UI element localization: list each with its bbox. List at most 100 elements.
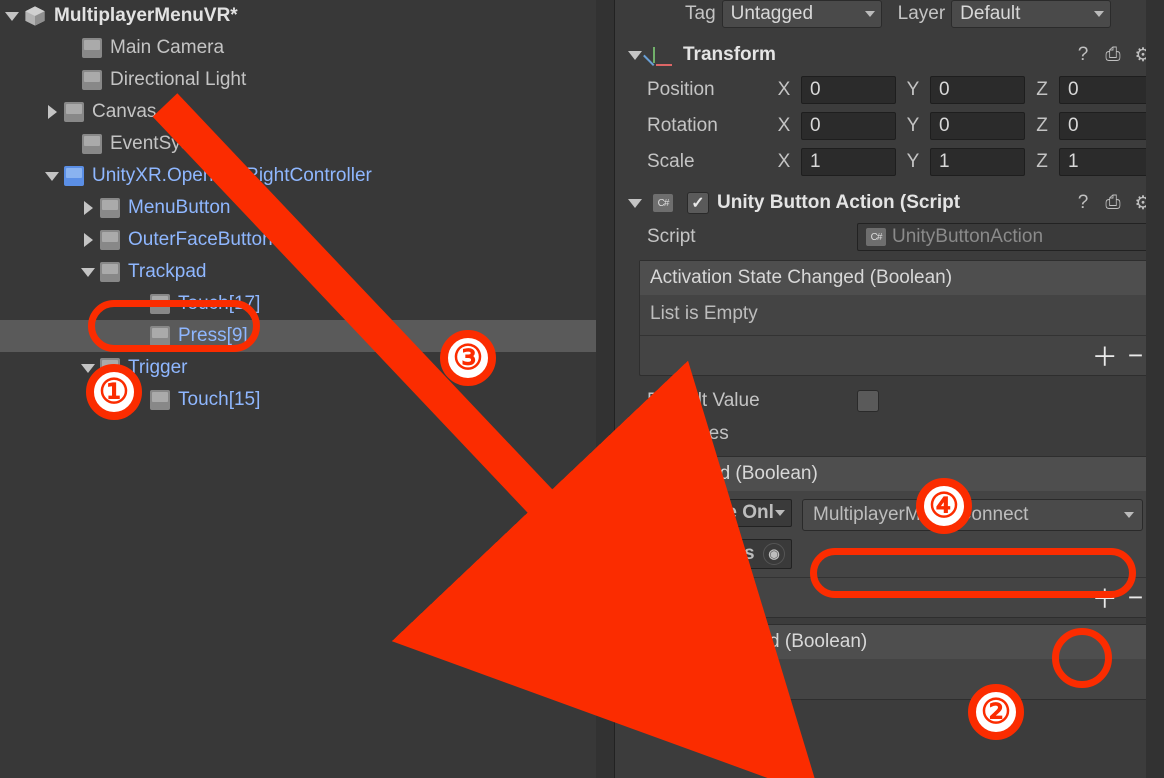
prefab-icon	[64, 166, 84, 186]
preset-icon[interactable]: ⎙	[1102, 192, 1124, 214]
function-dropdown[interactable]: MultiplayerMenu.Connect	[802, 499, 1143, 531]
gameobject-icon	[82, 70, 102, 90]
item-label: MenuButton	[128, 197, 230, 219]
item-label: Touch[17]	[178, 293, 260, 315]
scene-name: MultiplayerMenuVR*	[54, 5, 238, 27]
item-label: Main Camera	[110, 37, 224, 59]
default-value-label: Default Value	[647, 390, 847, 412]
remove-listener-button[interactable]: −	[1128, 340, 1143, 371]
event-value-changed: Value Changed (Boolean) List is Empty	[639, 624, 1154, 700]
enable-checkbox[interactable]	[687, 192, 709, 214]
call-state-dropdown[interactable]: Runtime Onl	[652, 499, 792, 527]
default-value-checkbox[interactable]	[857, 390, 879, 412]
preset-icon[interactable]: ⎙	[1102, 44, 1124, 66]
target-object-field[interactable]: C# Canvas ◉	[652, 539, 792, 569]
hierarchy-item-selected[interactable]: Press[9]	[0, 320, 614, 352]
pos-y-field[interactable]: 0	[930, 76, 1025, 104]
item-label: Canvas	[92, 101, 156, 123]
rotation-label: Rotation	[647, 115, 767, 137]
script-field[interactable]: C#UnityButtonAction	[857, 223, 1154, 251]
event-title: Activated (Boolean)	[642, 457, 1153, 491]
foldout-icon[interactable]	[78, 262, 98, 282]
help-icon[interactable]: ?	[1072, 192, 1094, 214]
tag-dropdown[interactable]: Untagged	[722, 0, 882, 28]
layer-dropdown[interactable]: Default	[951, 0, 1111, 28]
foldout-icon[interactable]	[42, 166, 62, 186]
rot-x-field[interactable]: 0	[801, 112, 896, 140]
foldout-icon[interactable]	[78, 230, 98, 250]
hierarchy-panel: MultiplayerMenuVR* Main Camera Direction…	[0, 0, 615, 778]
script-label: Script	[647, 226, 847, 248]
sources-label: Sources	[659, 423, 729, 445]
scale-z-field[interactable]: 1	[1059, 148, 1154, 176]
hierarchy-item[interactable]: UnityXR.OpenVR.RightController	[0, 160, 614, 192]
help-icon[interactable]: ?	[1072, 44, 1094, 66]
scene-row[interactable]: MultiplayerMenuVR*	[0, 0, 614, 32]
sources-row[interactable]: Sources	[625, 418, 1154, 450]
remove-listener-button[interactable]: −	[1128, 582, 1143, 613]
pos-z-field[interactable]: 0	[1059, 76, 1154, 104]
item-label: OuterFaceButton	[128, 229, 273, 251]
unity-logo-icon	[24, 5, 46, 27]
event-activated: Activated (Boolean) Runtime Onl C# Canva…	[639, 456, 1154, 618]
script-row: Script C#UnityButtonAction	[625, 220, 1154, 254]
hierarchy-item[interactable]: MenuButton	[0, 192, 614, 224]
add-listener-button[interactable]: ＋	[1092, 337, 1118, 374]
gameobject-icon	[100, 198, 120, 218]
position-label: Position	[647, 79, 767, 101]
layer-label: Layer	[898, 3, 946, 25]
hierarchy-item[interactable]: Canvas	[0, 96, 614, 128]
scale-x-field[interactable]: 1	[801, 148, 896, 176]
hierarchy-item[interactable]: Touch[17]	[0, 288, 614, 320]
item-label: Touch[15]	[178, 389, 260, 411]
hierarchy-item[interactable]: Trigger	[0, 352, 614, 384]
foldout-icon[interactable]	[625, 45, 645, 65]
script-icon: C#	[653, 194, 673, 212]
gameobject-icon	[150, 390, 170, 410]
scale-y-field[interactable]: 1	[930, 148, 1025, 176]
transform-header[interactable]: Transform ? ⎙ ⚙	[625, 38, 1154, 72]
event-title: Activation State Changed (Boolean)	[640, 261, 1153, 295]
inspector-scrollbar[interactable]	[1146, 0, 1164, 778]
hierarchy-item[interactable]: EventSystem	[0, 128, 614, 160]
object-picker-icon[interactable]: ◉	[763, 543, 785, 565]
add-listener-button[interactable]: ＋	[1092, 579, 1118, 616]
hierarchy-scrollbar[interactable]	[596, 0, 614, 778]
gameobject-icon	[64, 102, 84, 122]
hierarchy-item[interactable]: Touch[15]	[0, 384, 614, 416]
foldout-icon[interactable]	[2, 6, 22, 26]
inspector-panel: Tag Untagged Layer Default Transform ? ⎙…	[615, 0, 1164, 778]
component-title: Unity Button Action (Script	[717, 192, 960, 214]
hierarchy-item[interactable]: OuterFaceButton	[0, 224, 614, 256]
gameobject-icon	[100, 262, 120, 282]
gameobject-icon	[100, 230, 120, 250]
foldout-icon[interactable]	[78, 358, 98, 378]
tag-label: Tag	[685, 3, 716, 25]
item-label: EventSystem	[110, 133, 222, 155]
hierarchy-item[interactable]: Main Camera	[0, 32, 614, 64]
gameobject-icon	[150, 326, 170, 346]
item-label: Trigger	[128, 357, 187, 379]
event-activation-state-changed: Activation State Changed (Boolean) List …	[639, 260, 1154, 376]
gameobject-icon	[150, 294, 170, 314]
button-action-header[interactable]: C# Unity Button Action (Script ? ⎙ ⚙	[625, 186, 1154, 220]
rot-z-field[interactable]: 0	[1059, 112, 1154, 140]
component-title: Transform	[683, 44, 776, 66]
hierarchy-item[interactable]: Directional Light	[0, 64, 614, 96]
foldout-icon[interactable]	[42, 102, 62, 122]
scale-label: Scale	[647, 151, 767, 173]
foldout-icon[interactable]	[625, 193, 645, 213]
rot-y-field[interactable]: 0	[930, 112, 1025, 140]
event-title: Value Changed (Boolean)	[640, 625, 1153, 659]
item-label: UnityXR.OpenVR.RightController	[92, 165, 372, 187]
item-label: Directional Light	[110, 69, 246, 91]
pos-x-field[interactable]: 0	[801, 76, 896, 104]
transform-icon	[653, 44, 675, 66]
gameobject-icon	[100, 358, 120, 378]
hierarchy-item[interactable]: Trackpad	[0, 256, 614, 288]
item-label: Press[9]	[178, 325, 248, 347]
foldout-icon[interactable]	[78, 198, 98, 218]
item-label: Trackpad	[128, 261, 207, 283]
event-body: List is Empty	[640, 295, 1153, 335]
foldout-icon[interactable]	[631, 424, 651, 444]
